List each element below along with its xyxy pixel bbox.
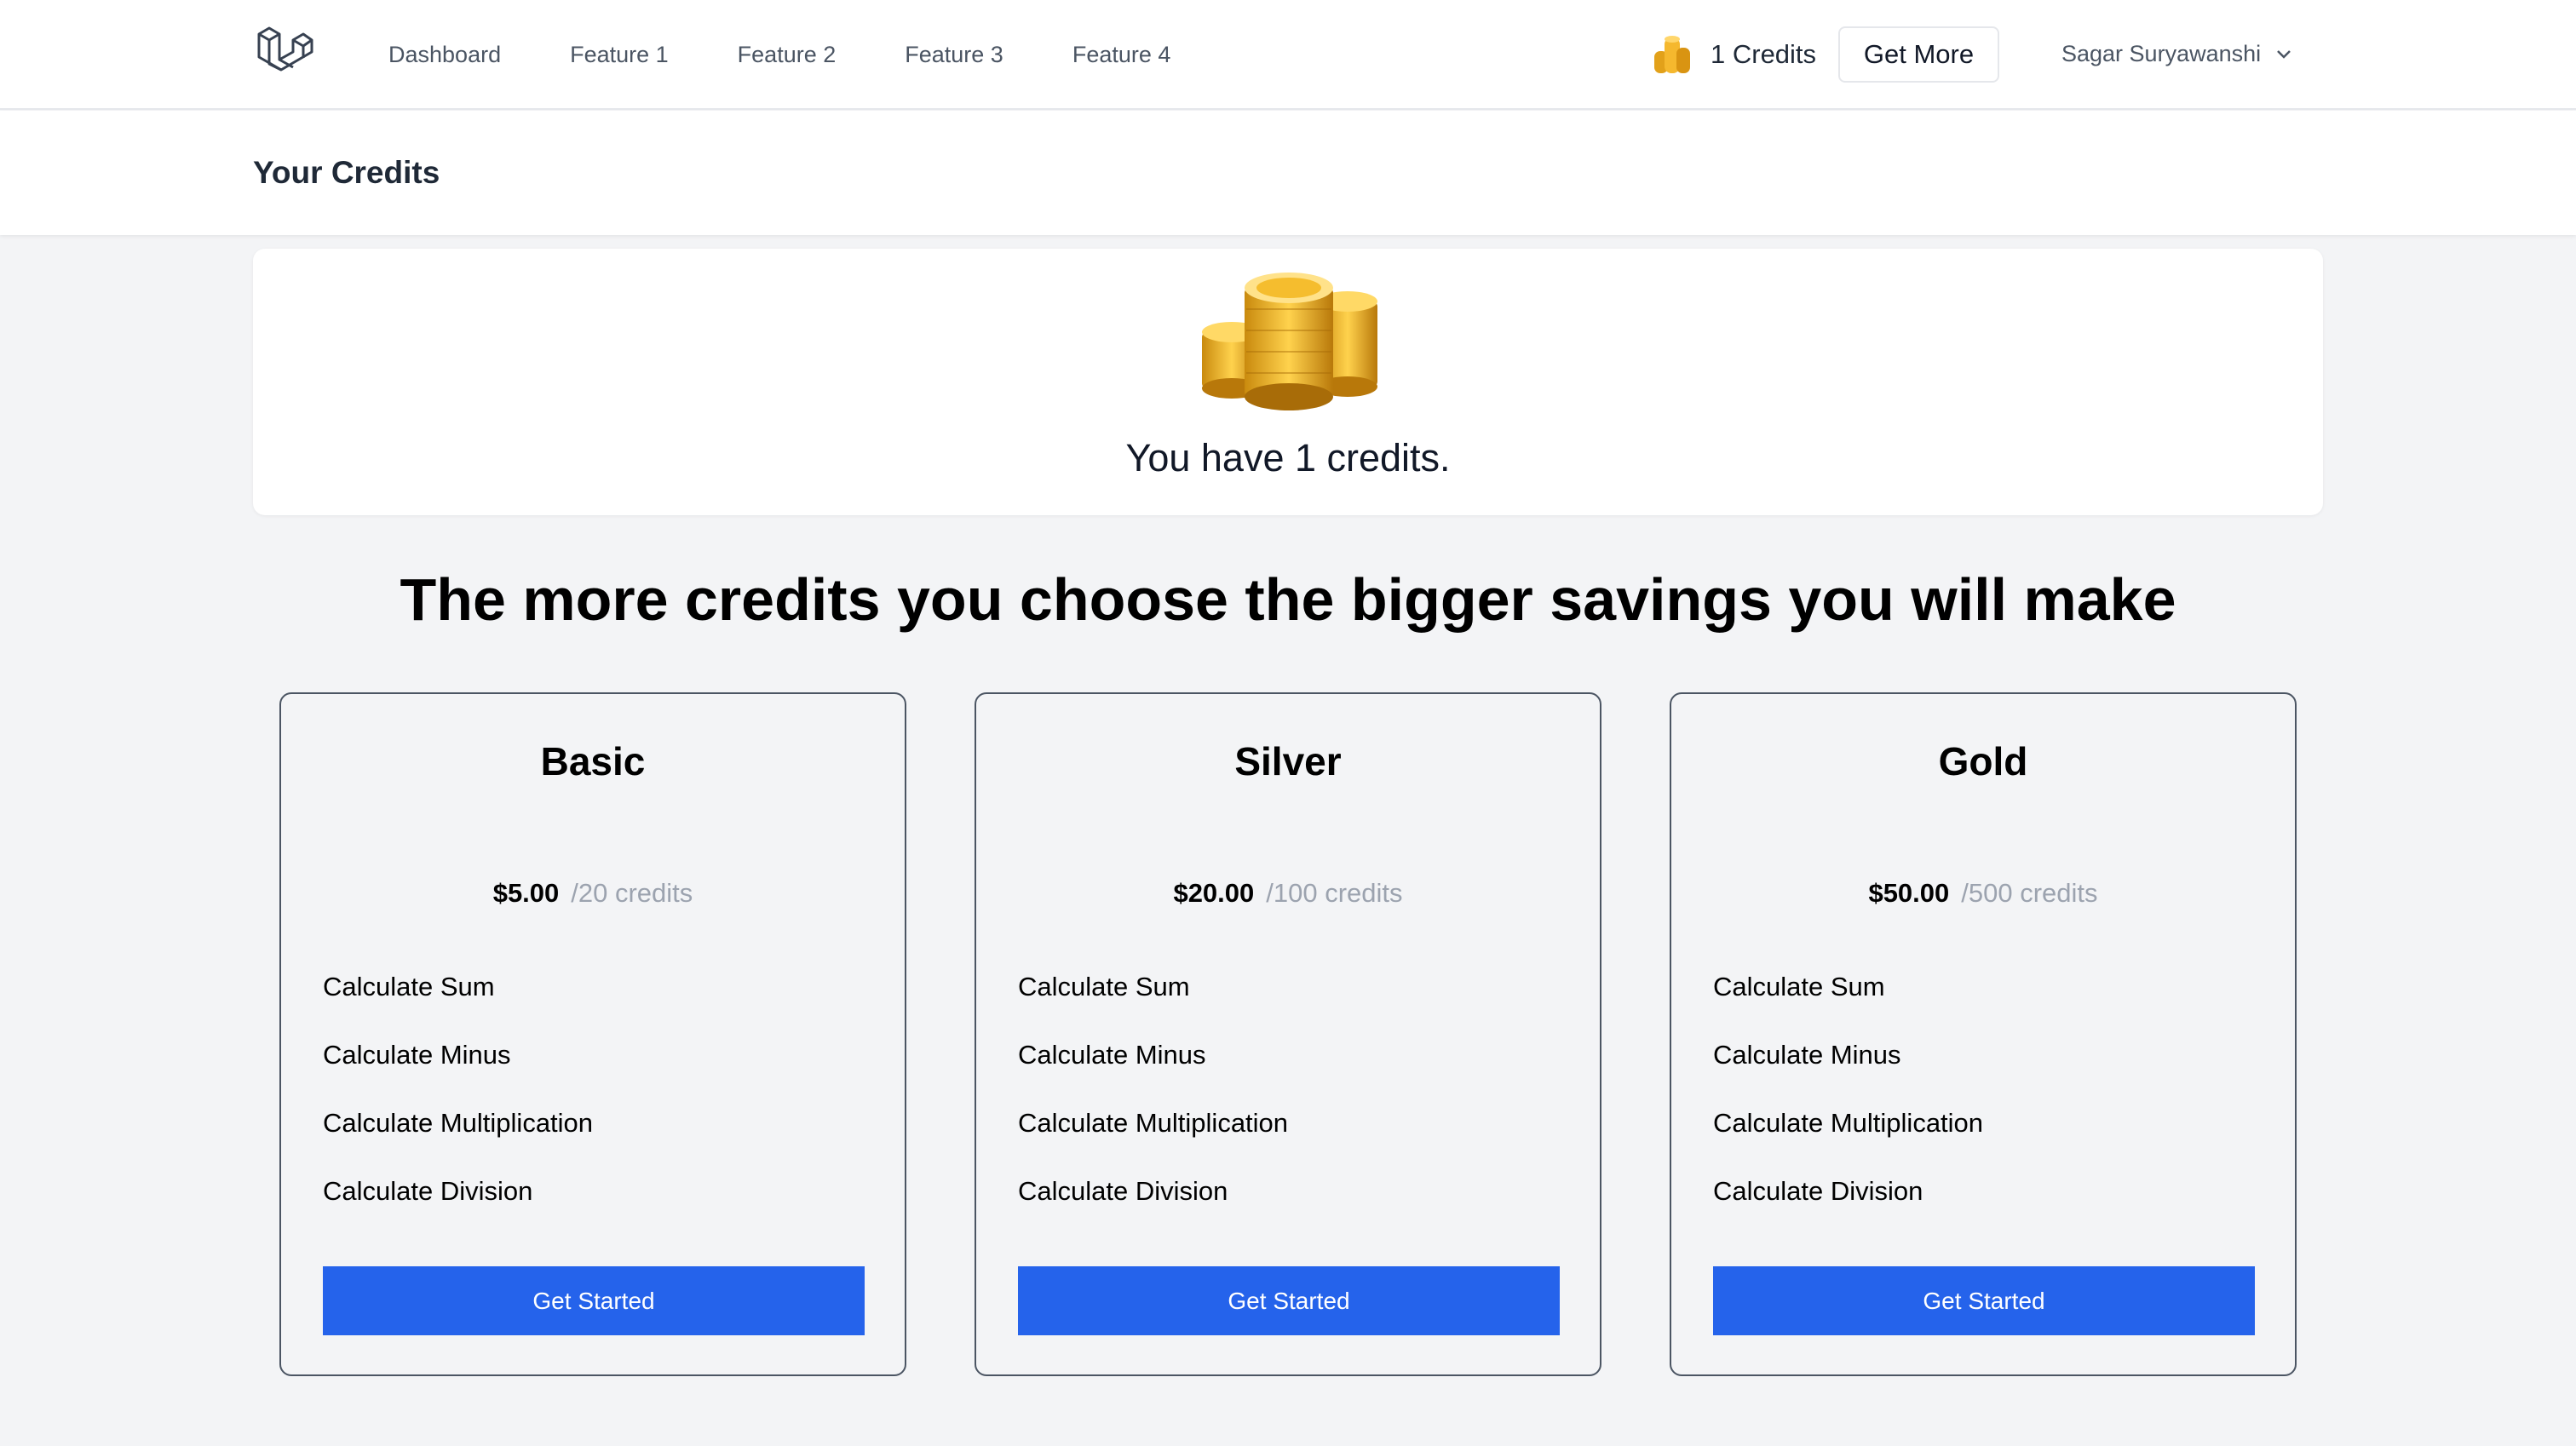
plan-card-gold: Gold $50.00/500 credits Calculate Sum Ca… [1670,692,2297,1376]
feature-list: Calculate Sum Calculate Minus Calculate … [1018,972,1288,1244]
page-header: Your Credits [0,111,2576,235]
plan-price-row: $5.00/20 credits [281,878,905,909]
user-menu[interactable]: Sagar Suryawanshi [2061,41,2291,67]
get-started-button-silver[interactable]: Get Started [1018,1266,1560,1335]
plan-card-silver: Silver $20.00/100 credits Calculate Sum … [975,692,1601,1376]
plan-price: $5.00 [492,878,560,908]
list-item: Calculate Division [1018,1176,1228,1206]
list-item: Calculate Sum [1713,972,1885,1001]
laravel-logo-icon[interactable] [256,26,313,83]
nav-feature-1[interactable]: Feature 1 [570,42,669,68]
top-navbar: Dashboard Feature 1 Feature 2 Feature 3 … [0,0,2576,110]
gold-coins-icon [1202,273,1377,410]
plan-name: Silver [1234,739,1342,783]
plan-price: $20.00 [1173,878,1255,908]
credits-message: You have 1 credits. [1125,436,1451,479]
feature-list: Calculate Sum Calculate Minus Calculate … [1713,972,1983,1244]
credits-panel: You have 1 credits. [253,249,2323,515]
nav-feature-4[interactable]: Feature 4 [1072,42,1171,68]
nav-feature-2[interactable]: Feature 2 [738,42,837,68]
user-name: Sagar Suryawanshi [2061,41,2262,66]
list-item: Calculate Division [323,1176,533,1206]
plan-name: Basic [540,739,646,783]
list-item: Calculate Minus [323,1040,511,1070]
chevron-down-icon [2277,49,2291,59]
list-item: Calculate Sum [1018,972,1190,1001]
get-started-button-basic[interactable]: Get Started [323,1266,865,1335]
list-item: Calculate Multiplication [323,1108,594,1138]
nav-feature-3[interactable]: Feature 3 [905,42,1003,68]
plan-card-basic: Basic $5.00/20 credits Calculate Sum Cal… [279,692,906,1376]
coin-stack-icon [1654,36,1690,73]
main-nav: Dashboard Feature 1 Feature 2 Feature 3 … [388,0,1170,110]
list-item: Calculate Division [1713,1176,1923,1206]
list-item: Calculate Multiplication [1713,1108,1984,1138]
feature-list: Calculate Sum Calculate Minus Calculate … [323,972,593,1244]
list-item: Calculate Minus [1018,1040,1206,1070]
get-started-button-gold[interactable]: Get Started [1713,1266,2255,1335]
nav-dashboard[interactable]: Dashboard [388,42,501,68]
plan-credits: /20 credits [571,878,693,908]
list-item: Calculate Multiplication [1018,1108,1289,1138]
pricing-heading: The more credits you choose the bigger s… [400,566,2176,633]
list-item: Calculate Minus [1713,1040,1901,1070]
plan-credits: /500 credits [1961,878,2098,908]
plan-price-row: $20.00/100 credits [976,878,1600,909]
plan-credits: /100 credits [1266,878,1403,908]
page-title: Your Credits [253,155,440,190]
plan-price: $50.00 [1868,878,1950,908]
get-more-button[interactable]: Get More [1838,26,1999,83]
plan-price-row: $50.00/500 credits [1671,878,2295,909]
list-item: Calculate Sum [323,972,495,1001]
plan-name: Gold [1938,739,2028,783]
credits-count: 1 Credits [1711,39,1817,69]
